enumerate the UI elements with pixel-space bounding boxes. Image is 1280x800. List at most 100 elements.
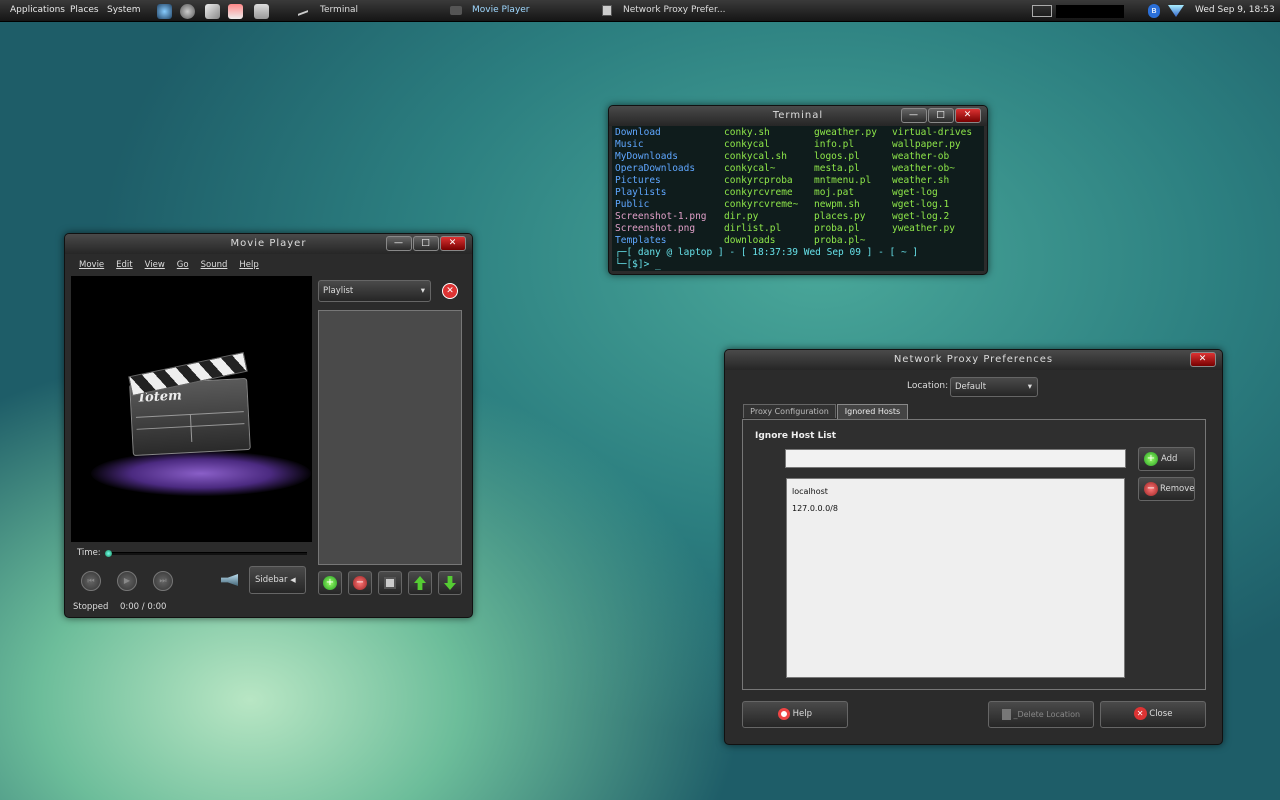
close-icon: ✕ [1133, 707, 1147, 720]
move-down-button[interactable] [438, 571, 462, 595]
playlist-area[interactable] [318, 310, 462, 565]
network-icon[interactable] [1168, 5, 1184, 17]
listing-column-3: gweather.py info.pl logos.pl mesta.pl mntmen… [814, 127, 877, 246]
host-list[interactable]: localhost 127.0.0.0/8 [786, 478, 1125, 678]
settings-launcher-icon[interactable] [180, 4, 195, 19]
listing-column-dirs: Download Music MyDownloads OperaDownloads Pi… [615, 127, 707, 246]
next-button[interactable]: ⏭ [153, 571, 173, 591]
host-input[interactable] [785, 449, 1126, 468]
previous-button[interactable]: ⏮ [81, 571, 101, 591]
add-to-playlist-button[interactable]: + [318, 571, 342, 595]
close-button[interactable]: ✕ [440, 236, 466, 251]
menu-system[interactable]: System [107, 5, 141, 15]
store-launcher-icon[interactable] [228, 4, 243, 19]
sidebar-toggle-button[interactable]: Sidebar ◀ [249, 566, 306, 594]
terminal-task-icon [298, 4, 308, 16]
task-movie-player[interactable]: Movie Player [472, 5, 530, 15]
bluetooth-icon[interactable]: ʙ [1148, 4, 1160, 18]
proxy-title: Network Proxy Preferences [893, 354, 1054, 365]
location-select[interactable]: Default ▾ [950, 377, 1038, 397]
chevron-down-icon: ▾ [1027, 382, 1032, 392]
movie-player-window: Movie Player — □ ✕ Movie Edit View Go So… [64, 233, 473, 618]
delete-location-button[interactable]: _Delete Location [988, 701, 1094, 728]
clock[interactable]: Wed Sep 9, 18:53 [1195, 5, 1275, 15]
task-network-proxy[interactable]: Network Proxy Prefer... [623, 5, 725, 15]
trash-icon [1001, 709, 1011, 720]
volume-icon[interactable] [221, 574, 238, 586]
menu-view[interactable]: View [145, 260, 165, 274]
sidebar-button-label: Sidebar [255, 575, 288, 585]
browser-launcher-icon[interactable] [157, 4, 172, 19]
close-button[interactable]: ✕ [955, 108, 981, 123]
terminal-title: Terminal [772, 110, 824, 121]
movie-player-title: Movie Player [230, 238, 307, 249]
terminal-window: Terminal — □ ✕ Download Music MyDownloads O… [608, 105, 988, 275]
listing-column-2: conky.sh conkycal conkycal.sh conkycal~ conk… [724, 127, 799, 246]
close-sidebar-icon[interactable]: ✕ [442, 283, 458, 299]
menubar: Movie Edit View Go Sound Help [65, 254, 472, 274]
host-list-item[interactable]: localhost [792, 483, 1119, 500]
add-label: Add [1161, 454, 1178, 464]
minimize-button[interactable]: — [901, 108, 927, 123]
editor-launcher-icon[interactable] [205, 4, 220, 19]
prompt-line-1: ┌─[ dany @ laptop ] - [ 18:37:39 Wed Sep… [615, 247, 919, 258]
tab-proxy-configuration[interactable]: Proxy Configuration [743, 404, 836, 418]
seek-handle[interactable] [105, 550, 112, 557]
workspace-pager[interactable] [1056, 5, 1124, 18]
play-button[interactable]: ▶ [117, 571, 137, 591]
maximize-button[interactable]: □ [928, 108, 954, 123]
workspace-switcher-icon[interactable] [1032, 5, 1052, 17]
terminal-output[interactable]: Download Music MyDownloads OperaDownloads Pi… [612, 126, 984, 271]
remove-label: Remove [1160, 484, 1195, 494]
help-label: Help [792, 709, 813, 719]
menu-go[interactable]: Go [177, 260, 189, 274]
files-launcher-icon[interactable] [254, 4, 269, 19]
host-list-item[interactable]: 127.0.0.0/8 [792, 500, 1119, 517]
proxy-titlebar[interactable]: Network Proxy Preferences ✕ [725, 350, 1222, 370]
save-playlist-button[interactable] [378, 571, 402, 595]
task-terminal[interactable]: Terminal [320, 5, 358, 15]
sidebar-select[interactable]: Playlist ▾ [318, 280, 431, 302]
menu-movie[interactable]: Movie [79, 260, 104, 274]
arrow-up-icon [414, 576, 426, 590]
remove-host-button[interactable]: − Remove [1138, 477, 1195, 501]
help-button[interactable]: Help [742, 701, 848, 728]
minus-icon: − [353, 576, 367, 590]
spotlight-glow [91, 451, 311, 496]
minus-icon: − [1144, 482, 1158, 496]
time-label: Time: [77, 548, 101, 558]
add-host-button[interactable]: + Add [1138, 447, 1195, 471]
playback-status: Stopped [73, 602, 109, 612]
video-area[interactable]: Totem [71, 276, 312, 542]
movie-task-icon [450, 6, 462, 15]
location-value: Default [955, 382, 987, 392]
close-label: Close [1149, 709, 1173, 719]
maximize-button[interactable]: □ [413, 236, 439, 251]
network-proxy-window: Network Proxy Preferences ✕ Location: De… [724, 349, 1223, 745]
close-dialog-button[interactable]: ✕ Close [1100, 701, 1206, 728]
movie-player-titlebar[interactable]: Movie Player — □ ✕ [65, 234, 472, 254]
top-panel: Applications Places System Terminal Movi… [0, 0, 1280, 22]
delete-label: _Delete Location [1013, 710, 1081, 719]
listing-column-4: virtual-drives wallpaper.py weather-ob weat… [892, 127, 973, 234]
prompt-line-2: └─[$]> _ [615, 259, 661, 270]
menu-places[interactable]: Places [70, 5, 99, 15]
menu-help[interactable]: Help [239, 260, 258, 274]
menu-applications[interactable]: Applications [10, 5, 65, 15]
location-label: Location: [907, 381, 949, 391]
move-up-button[interactable] [408, 571, 432, 595]
remove-from-playlist-button[interactable]: − [348, 571, 372, 595]
menu-edit[interactable]: Edit [116, 260, 132, 274]
terminal-titlebar[interactable]: Terminal — □ ✕ [609, 106, 987, 126]
minimize-button[interactable]: — [386, 236, 412, 251]
close-button[interactable]: ✕ [1190, 352, 1216, 367]
proxy-task-icon [602, 5, 612, 16]
seek-bar[interactable] [105, 550, 307, 557]
tab-ignored-hosts[interactable]: Ignored Hosts [837, 404, 908, 419]
menu-sound[interactable]: Sound [201, 260, 228, 274]
plus-icon: + [1144, 452, 1158, 466]
plus-icon: + [323, 576, 337, 590]
ignored-hosts-panel: Ignore Host List localhost 127.0.0.0/8 +… [742, 419, 1206, 690]
save-icon [384, 577, 396, 589]
arrow-down-icon [444, 576, 456, 590]
